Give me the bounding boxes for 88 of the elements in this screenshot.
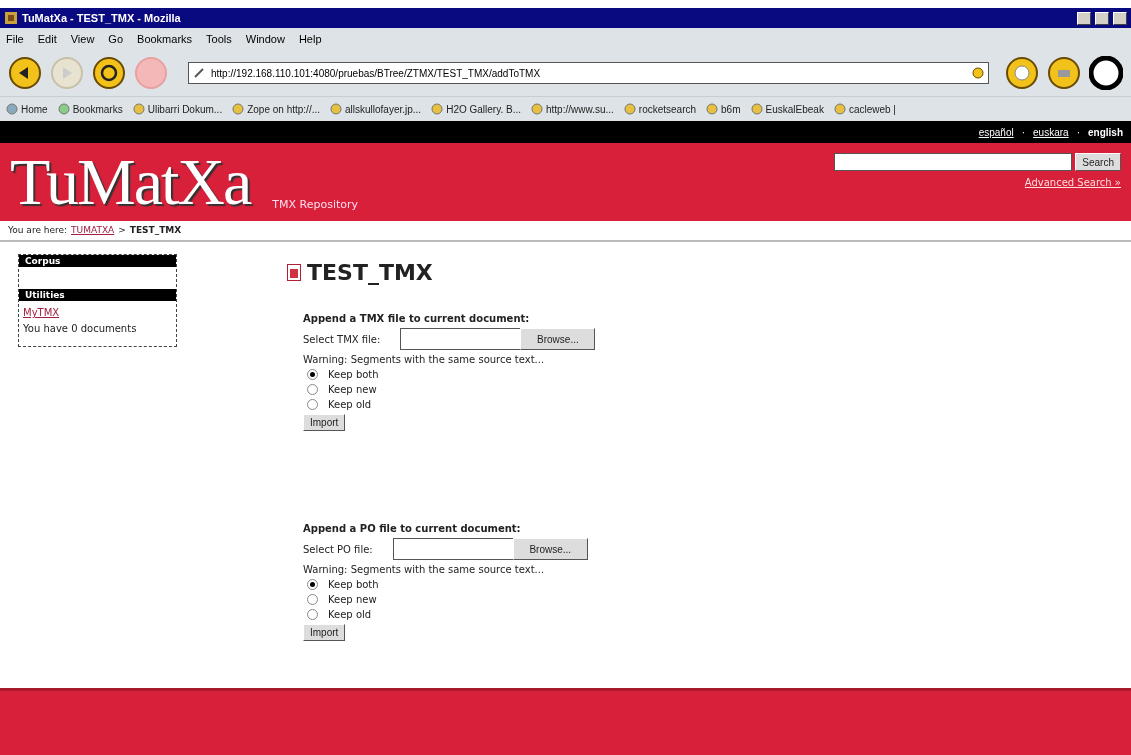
bookmark-link[interactable]: b6m	[706, 103, 741, 115]
field-label: Select PO file:	[303, 543, 373, 555]
menu-item[interactable]: Go	[108, 33, 124, 45]
option-label: Keep new	[328, 594, 377, 605]
browse-button[interactable]: Browse...	[512, 538, 588, 560]
bookmark-icon	[706, 103, 719, 115]
menu-item[interactable]: Tools	[206, 33, 232, 45]
portlet-header: Corpus	[19, 255, 176, 267]
menu-item[interactable]: View	[70, 33, 95, 45]
site-logo[interactable]: TuMatXa	[10, 149, 251, 221]
bookmark-link[interactable]: Ulibarri Dokum...	[132, 103, 223, 115]
option-label: Keep new	[328, 384, 377, 395]
menu-item[interactable]: Edit	[37, 33, 57, 45]
radio-button[interactable]	[307, 369, 318, 380]
field-label: Select TMX file:	[303, 333, 381, 345]
bookmark-link[interactable]: rocketsearch	[623, 103, 697, 115]
bookmark-link[interactable]: Zope on http://...	[232, 103, 320, 115]
address-field[interactable]: http://192.168.110.101:4080/pruebas/BTree/ZTMX/TEST_TMX/addToTMX	[188, 62, 989, 84]
separator-dot: ·	[1021, 126, 1026, 138]
separator-dot: ·	[1076, 126, 1080, 138]
reload-button[interactable]	[92, 56, 126, 90]
bookmark-icon	[623, 103, 636, 115]
bookmark-icon	[833, 103, 846, 115]
bookmark-icon	[330, 103, 342, 115]
bookmark-link[interactable]: cacleweb |	[833, 103, 896, 115]
language-link[interactable]: english	[1088, 126, 1123, 138]
radio-button[interactable]	[307, 594, 318, 605]
import-button[interactable]: Import	[303, 624, 346, 641]
sidebar-link[interactable]: MyTMX	[23, 307, 172, 318]
close-button[interactable]	[1113, 11, 1127, 25]
file-field[interactable]	[400, 328, 521, 350]
radio-button[interactable]	[307, 399, 318, 410]
bookmark-link[interactable]: Bookmarks	[57, 103, 123, 115]
throbber-icon[interactable]	[1089, 56, 1123, 90]
radio-button[interactable]	[307, 579, 318, 590]
radio-button[interactable]	[307, 384, 318, 395]
advanced-search-link[interactable]: Advanced Search »	[1024, 177, 1121, 188]
form-title: Append a PO file to current document:	[303, 523, 522, 534]
portlet-header: Utilities	[19, 289, 176, 301]
bookmark-icon	[232, 103, 245, 115]
app-icon	[4, 11, 18, 25]
option-label: Keep old	[328, 399, 372, 410]
menu-item[interactable]: Bookmarks	[137, 33, 193, 45]
search-field[interactable]	[834, 153, 1073, 171]
bookmark-link[interactable]: H2O Gallery. B...	[431, 103, 521, 115]
address-text: http://192.168.110.101:4080/pruebas/BTree/ZTMX/TEST_TMX/addToTMX	[211, 67, 542, 79]
folder-icon	[57, 103, 70, 115]
option-label: Keep both	[328, 369, 379, 380]
page-title: TEST_TMX	[307, 260, 433, 285]
breadcrumb-link[interactable]: TUMATXA	[71, 225, 115, 235]
breadcrumb-current: TEST_TMX	[129, 225, 182, 235]
search-button[interactable]: Search	[1075, 153, 1121, 171]
site-tagline: TMX Repository	[272, 198, 358, 213]
minimize-button[interactable]	[1077, 11, 1091, 25]
search-button[interactable]	[1005, 56, 1039, 90]
breadcrumb-label: You are here:	[8, 225, 68, 235]
bookmark-icon	[132, 103, 145, 115]
breadcrumb-separator: >	[118, 225, 126, 235]
bookmark-link[interactable]: http://www.su...	[531, 103, 614, 115]
back-button[interactable]	[8, 56, 42, 90]
menu-item[interactable]: File	[6, 33, 24, 45]
menu-item[interactable]: Window	[245, 33, 285, 45]
page-icon	[193, 67, 205, 79]
sidebar-text: You have 0 documents	[23, 323, 138, 334]
bookmark-icon	[531, 103, 543, 115]
radio-button[interactable]	[307, 609, 318, 620]
maximize-button[interactable]	[1095, 11, 1109, 25]
language-link[interactable]: español	[978, 126, 1014, 138]
language-link[interactable]: euskara	[1033, 126, 1069, 138]
browse-button[interactable]: Browse...	[520, 328, 596, 350]
bookmark-link[interactable]: EuskalEbeak	[750, 103, 824, 115]
import-button[interactable]: Import	[303, 414, 346, 431]
file-field[interactable]	[392, 538, 513, 560]
bookmark-link[interactable]: Home	[6, 103, 48, 115]
window-title: TuMatXa - TEST_TMX - Mozilla	[22, 12, 181, 24]
dropdown-icon[interactable]	[972, 67, 984, 79]
print-button[interactable]	[1047, 56, 1081, 90]
option-label: Keep old	[328, 609, 372, 620]
bookmark-link[interactable]: allskullofayer.jp...	[330, 103, 422, 115]
bookmark-icon	[431, 103, 444, 115]
home-icon	[6, 103, 18, 115]
option-label: Keep both	[328, 579, 379, 590]
menu-item[interactable]: Help	[298, 33, 322, 45]
warning-text: Warning: Segments with the same source text...	[303, 354, 546, 365]
warning-text: Warning: Segments with the same source text...	[303, 564, 546, 575]
document-icon	[287, 264, 301, 281]
form-title: Append a TMX file to current document:	[303, 313, 531, 324]
bookmark-icon	[750, 103, 763, 115]
